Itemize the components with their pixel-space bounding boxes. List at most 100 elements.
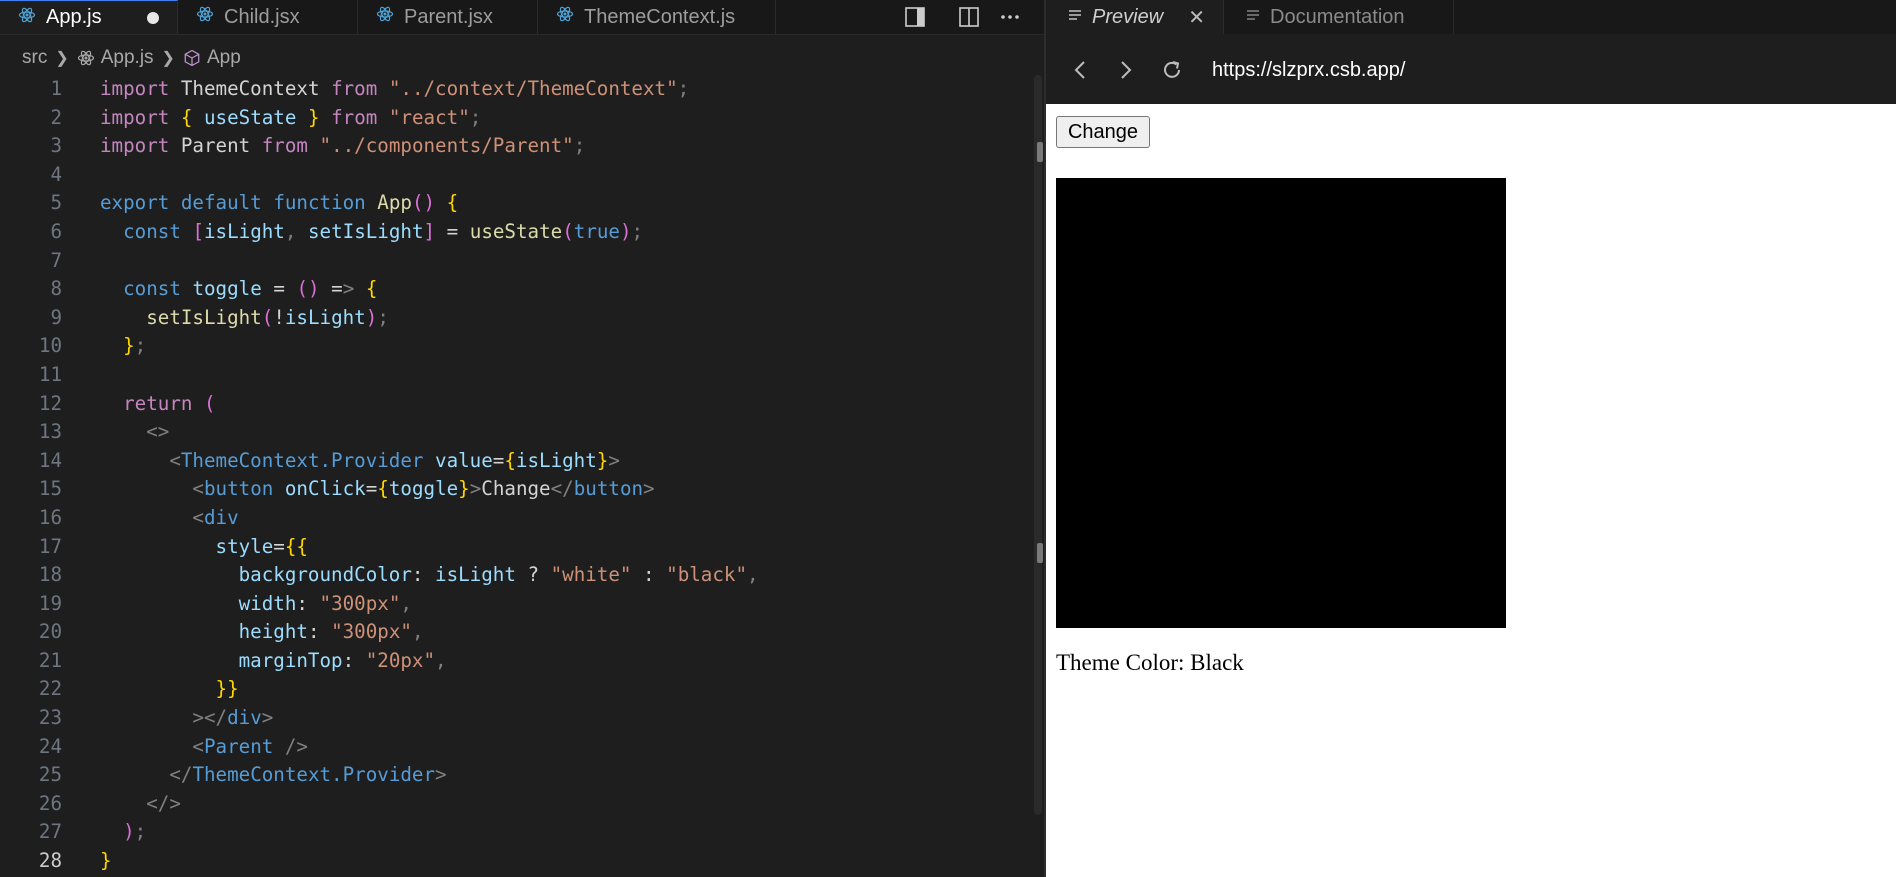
- line-number: 27: [38, 820, 62, 844]
- code-text: height: "300px",: [238, 620, 424, 644]
- code-line: 17 style={{: [0, 533, 1030, 562]
- code-text: ></div>: [192, 706, 274, 730]
- code-line: 14 <ThemeContext.Provider value={isLight…: [0, 447, 1030, 476]
- preview-viewport: Change Theme Color: Black: [1046, 104, 1896, 877]
- code-text: const [isLight, setIsLight] = useState(t…: [123, 219, 644, 243]
- code-text: </ThemeContext.Provider>: [169, 763, 447, 787]
- code-line: 11: [0, 361, 1030, 390]
- lines-icon: [1246, 6, 1262, 29]
- tab-child-jsx[interactable]: Child.jsx: [178, 0, 358, 34]
- editor-scrollbar[interactable]: [1034, 75, 1042, 815]
- code-line: 3 import Parent from "../components/Paren…: [0, 132, 1030, 161]
- tab-label: Documentation: [1270, 5, 1405, 28]
- code-text: return (: [123, 391, 216, 415]
- breadcrumb: src ❯ App.js ❯ App: [0, 44, 241, 72]
- code-text: <div: [192, 505, 239, 529]
- code-line: 26 </>: [0, 790, 1030, 819]
- line-number: 17: [38, 534, 62, 558]
- line-number: 26: [38, 791, 62, 815]
- code-line: 19 width: "300px",: [0, 590, 1030, 619]
- code-text: import { useState } from "react";: [100, 105, 482, 129]
- code-line: 27 );: [0, 818, 1030, 847]
- code-text: }: [100, 849, 112, 873]
- tab-label: Preview: [1092, 5, 1164, 28]
- code-text: width: "300px",: [238, 591, 412, 615]
- code-line: 7: [0, 247, 1030, 276]
- code-text: setIsLight(!isLight);: [146, 305, 389, 329]
- back-icon[interactable]: [1068, 58, 1092, 82]
- close-icon[interactable]: ✕: [1188, 5, 1205, 30]
- line-number: 13: [38, 420, 62, 444]
- tab-label: ThemeContext.js: [584, 5, 736, 28]
- line-number: 7: [50, 248, 62, 272]
- breadcrumb-file[interactable]: App.js: [101, 47, 154, 69]
- code-text: );: [123, 820, 147, 844]
- code-line: 22 }}: [0, 675, 1030, 704]
- chevron-right-icon: ❯: [161, 50, 175, 67]
- scrollbar-marker: [1037, 543, 1043, 563]
- line-number: 12: [38, 391, 62, 415]
- line-number: 16: [38, 505, 62, 529]
- tab-documentation[interactable]: Documentation: [1224, 0, 1454, 34]
- code-text: export default function App() {: [100, 191, 459, 215]
- line-number: 18: [38, 563, 62, 587]
- code-line: 16 <div: [0, 504, 1030, 533]
- line-number: 3: [50, 134, 62, 158]
- code-text: style={{: [215, 534, 308, 558]
- line-number: 19: [38, 591, 62, 615]
- split-editor-icon[interactable]: [954, 2, 984, 32]
- line-number: 25: [38, 763, 62, 787]
- preview-tab-bar: Preview ✕ Documentation: [1046, 0, 1896, 35]
- line-number: 15: [38, 477, 62, 501]
- tab-preview[interactable]: Preview ✕: [1046, 0, 1224, 34]
- tab-label: App.js: [46, 6, 102, 28]
- code-text: <button onClick={toggle}>Change</button>: [192, 477, 655, 501]
- code-text: <Parent />: [192, 734, 308, 758]
- tab-label: Child.jsx: [224, 5, 300, 28]
- forward-icon[interactable]: [1114, 58, 1138, 82]
- code-text: };: [123, 334, 147, 358]
- more-actions-icon[interactable]: [995, 2, 1025, 32]
- code-line: 20 height: "300px",: [0, 618, 1030, 647]
- code-editor[interactable]: App.js Child.jsx Parent.jsx ThemeContext…: [0, 0, 1044, 877]
- code-line: 6 const [isLight, setIsLight] = useState…: [0, 218, 1030, 247]
- code-text: import Parent from "../components/Parent…: [100, 134, 586, 158]
- code-text: import ThemeContext from "../context/The…: [100, 77, 690, 100]
- line-number: 10: [38, 334, 62, 358]
- refresh-icon[interactable]: [1160, 58, 1184, 82]
- code-text: <>: [146, 420, 170, 444]
- line-number: 6: [50, 219, 62, 243]
- code-line: 24 <Parent />: [0, 733, 1030, 762]
- scrollbar-marker: [1037, 142, 1043, 162]
- react-icon: [77, 49, 95, 67]
- line-number: 14: [38, 448, 62, 472]
- address-bar[interactable]: https://slzprx.csb.app/: [1212, 56, 1405, 84]
- tab-app-js[interactable]: App.js: [0, 0, 178, 34]
- code-area[interactable]: 1 import ThemeContext from "../context/Th…: [0, 75, 1030, 876]
- code-line: 8 const toggle = () => {: [0, 275, 1030, 304]
- tab-parent-jsx[interactable]: Parent.jsx: [358, 0, 538, 34]
- toggle-sidebar-icon[interactable]: [900, 2, 930, 32]
- tab-label: Parent.jsx: [404, 5, 493, 28]
- line-number: 11: [38, 362, 62, 386]
- code-line: 2 import { useState } from "react";: [0, 104, 1030, 133]
- editor-tab-bar: App.js Child.jsx Parent.jsx ThemeContext…: [0, 0, 1044, 35]
- code-line: 28}: [0, 847, 1030, 876]
- unsaved-dot-icon[interactable]: [147, 12, 159, 24]
- line-number: 21: [38, 648, 62, 672]
- theme-box: [1056, 178, 1506, 628]
- breadcrumb-symbol[interactable]: App: [207, 47, 241, 69]
- code-line: 5 export default function App() {: [0, 189, 1030, 218]
- code-text: marginTop: "20px",: [238, 648, 447, 672]
- line-number: 22: [38, 677, 62, 701]
- breadcrumb-src[interactable]: src: [22, 47, 47, 69]
- code-line: 15 <button onClick={toggle}>Change</butt…: [0, 475, 1030, 504]
- react-icon: [196, 5, 218, 29]
- line-number: 23: [38, 706, 62, 730]
- change-button[interactable]: Change: [1056, 116, 1150, 148]
- cube-icon: [183, 49, 201, 67]
- code-text: </>: [146, 791, 181, 815]
- code-line: 13 <>: [0, 418, 1030, 447]
- code-line: 4: [0, 161, 1030, 190]
- tab-themecontext-js[interactable]: ThemeContext.js: [538, 0, 776, 34]
